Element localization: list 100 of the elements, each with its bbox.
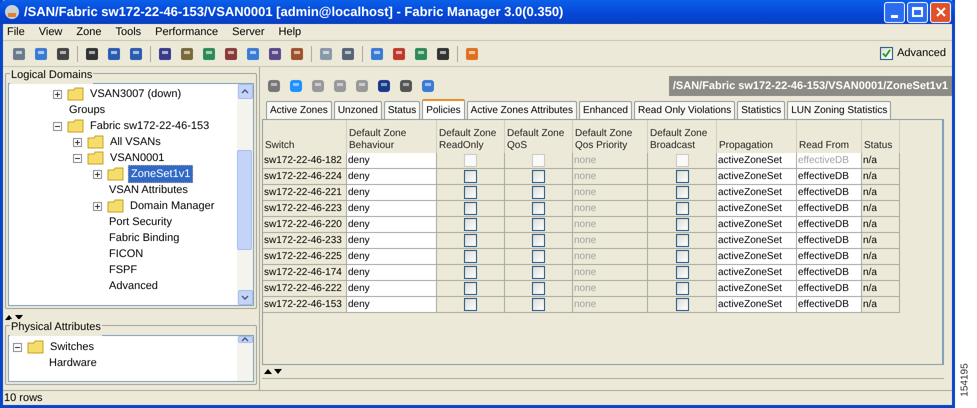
- table-checkbox[interactable]: [464, 266, 477, 279]
- maximize-button[interactable]: [907, 2, 928, 22]
- table-checkbox[interactable]: [464, 186, 477, 199]
- menu-item[interactable]: Performance: [155, 24, 218, 40]
- toolbar-icon[interactable]: [128, 46, 144, 62]
- tab[interactable]: Active Zones: [266, 101, 332, 119]
- table-checkbox[interactable]: [464, 250, 477, 263]
- table-checkbox[interactable]: [464, 234, 477, 247]
- tree-item[interactable]: VSAN3007 (down): [88, 86, 184, 102]
- table-checkbox[interactable]: [532, 298, 545, 311]
- table-checkbox[interactable]: [532, 282, 545, 295]
- collapse-icon[interactable]: [13, 342, 22, 352]
- table-checkbox[interactable]: [532, 234, 545, 247]
- splitter-arrows-icon[interactable]: [5, 314, 25, 321]
- table-checkbox[interactable]: [532, 186, 545, 199]
- scroll-bar[interactable]: [237, 84, 253, 305]
- tab[interactable]: Read Only Violations: [634, 101, 736, 119]
- table-cell: deny: [347, 297, 437, 313]
- status-text: 10 rows: [4, 390, 43, 406]
- tree-item[interactable]: Port Security: [107, 214, 174, 230]
- expand-icon[interactable]: [93, 202, 102, 210]
- table-checkbox[interactable]: [532, 266, 545, 279]
- tab[interactable]: Enhanced: [578, 101, 632, 119]
- expand-icon[interactable]: [93, 170, 102, 178]
- table-checkbox[interactable]: [532, 202, 545, 215]
- table-checkbox[interactable]: [532, 218, 545, 231]
- table-checkbox[interactable]: [676, 298, 688, 311]
- toolbar-icon[interactable]: [157, 46, 173, 62]
- menu-item[interactable]: View: [38, 24, 62, 40]
- toolbar-icon[interactable]: [106, 46, 122, 62]
- table-checkbox[interactable]: [532, 250, 545, 263]
- table-checkbox[interactable]: [676, 250, 688, 263]
- group-title: Physical Attributes: [10, 319, 102, 336]
- scroll-bar[interactable]: [237, 336, 253, 381]
- toolbar-icon[interactable]: [340, 46, 356, 62]
- table-checkbox[interactable]: [676, 234, 688, 247]
- tree-item[interactable]: Fabric Binding: [107, 230, 182, 246]
- table-cell: deny: [347, 201, 437, 217]
- table-checkbox[interactable]: [676, 282, 688, 295]
- toolbar-icon[interactable]: [289, 46, 305, 62]
- toolbar-icon[interactable]: [376, 78, 392, 94]
- menu-item[interactable]: Server: [232, 24, 265, 40]
- table-checkbox[interactable]: [676, 170, 688, 183]
- table-cell: none: [573, 265, 648, 281]
- toolbar-icon[interactable]: [267, 46, 283, 62]
- menu-item[interactable]: File: [7, 24, 25, 40]
- tree-item[interactable]: All VSANs: [108, 134, 163, 150]
- tree-item[interactable]: VSAN Attributes: [107, 182, 190, 198]
- minimize-button[interactable]: [884, 2, 905, 22]
- tree-item[interactable]: Groups: [67, 102, 108, 118]
- table-cell: n/a: [862, 281, 900, 297]
- menu-item[interactable]: Tools: [115, 24, 142, 40]
- tree-item[interactable]: FICON: [107, 246, 146, 262]
- collapse-icon[interactable]: [53, 122, 62, 130]
- table-checkbox[interactable]: [464, 170, 477, 183]
- close-icon[interactable]: [936, 7, 946, 17]
- tree-item[interactable]: Hardware: [47, 354, 99, 372]
- menu-item[interactable]: Help: [278, 24, 302, 40]
- tab[interactable]: Unzoned: [334, 101, 382, 119]
- toolbar-icon[interactable]: [391, 46, 407, 62]
- tree-item[interactable]: Switches: [48, 338, 96, 356]
- menu-item[interactable]: Zone: [76, 24, 102, 40]
- table-checkbox[interactable]: [464, 282, 477, 295]
- tab[interactable]: Active Zones Attributes: [466, 101, 577, 119]
- table-checkbox[interactable]: [676, 202, 688, 215]
- column-header: Propagation: [719, 140, 774, 152]
- collapse-icon[interactable]: [73, 154, 82, 162]
- tree-item[interactable]: Domain Manager: [128, 198, 216, 214]
- figure-number: 154195: [960, 363, 972, 397]
- splitter-arrows-icon[interactable]: [264, 368, 284, 375]
- table-checkbox[interactable]: [676, 218, 688, 231]
- table-checkbox[interactable]: [676, 186, 688, 199]
- tree-item[interactable]: ZoneSet1v1: [128, 164, 194, 184]
- tree-item[interactable]: Advanced: [107, 278, 160, 294]
- table-cell: activeZoneSet: [717, 169, 797, 185]
- toolbar-icon[interactable]: [55, 46, 71, 62]
- close-button[interactable]: [930, 2, 951, 22]
- table-checkbox[interactable]: [464, 218, 477, 231]
- table-checkbox[interactable]: [464, 202, 477, 215]
- expand-icon[interactable]: [73, 138, 82, 146]
- tree-item[interactable]: FSPF: [107, 262, 140, 278]
- toolbar-icon[interactable]: [398, 78, 414, 94]
- tab[interactable]: Statistics: [737, 101, 786, 119]
- table-checkbox[interactable]: [676, 266, 688, 279]
- tree-item[interactable]: Fabric sw172-22-46-153: [88, 118, 212, 134]
- table-checkbox[interactable]: [464, 298, 477, 311]
- advanced-checkbox[interactable]: [880, 47, 894, 60]
- tab[interactable]: Status: [384, 101, 420, 119]
- toolbar-icon[interactable]: [223, 46, 239, 62]
- expand-icon[interactable]: [53, 90, 62, 98]
- table-checkbox[interactable]: [532, 170, 545, 183]
- tree-item[interactable]: VSAN0001: [108, 150, 166, 166]
- toolbar-icon[interactable]: [84, 46, 100, 62]
- toolbar-icon[interactable]: [435, 46, 451, 62]
- table-cell: deny: [347, 169, 437, 185]
- tab[interactable]: LUN Zoning Statistics: [787, 101, 892, 119]
- table-cell: activeZoneSet: [717, 297, 797, 313]
- tab[interactable]: Policies: [422, 99, 465, 119]
- table-cell: n/a: [862, 233, 900, 249]
- table-cell: none: [573, 169, 648, 185]
